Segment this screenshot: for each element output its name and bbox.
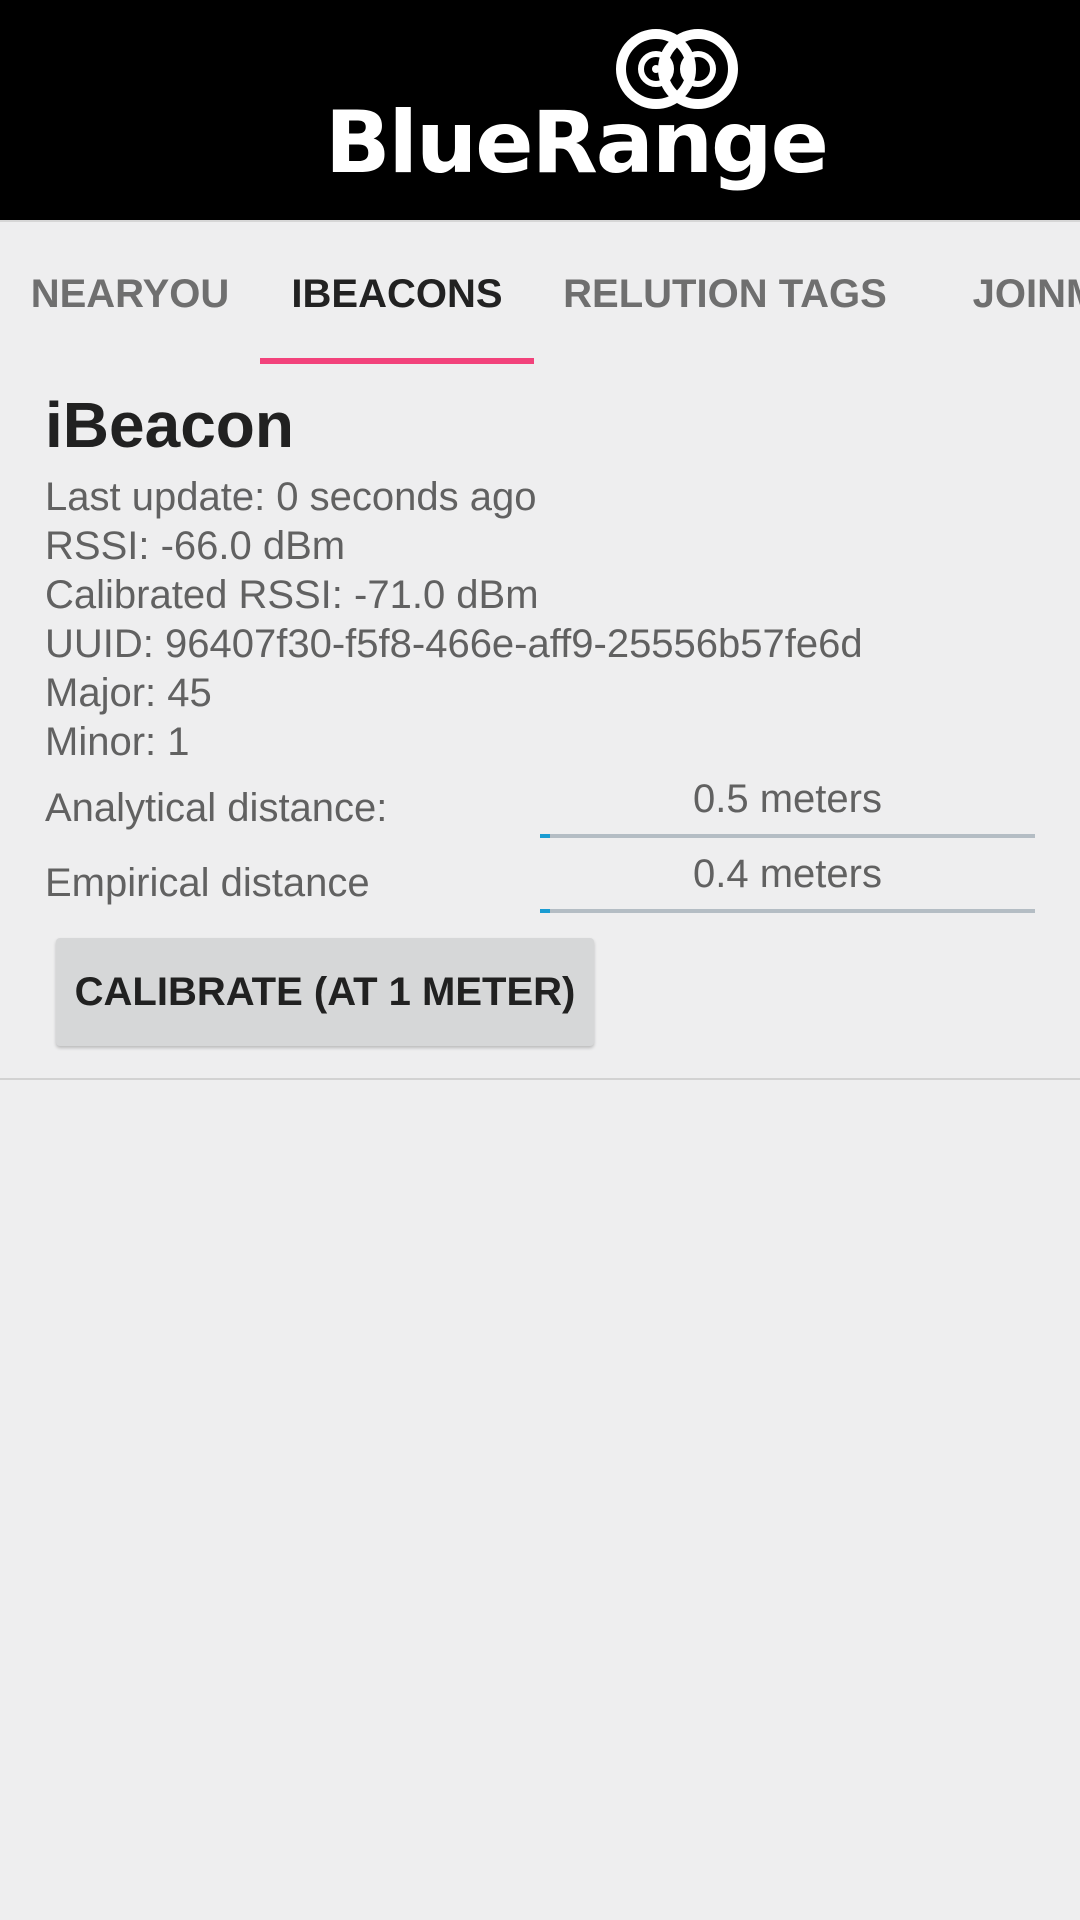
analytical-distance-value: 0.5 meters [693,777,882,821]
rssi-text: RSSI: -66.0 dBm [45,524,346,568]
major-text: Major: 45 [45,671,212,715]
active-tab-indicator [260,358,534,364]
app-header: BlueRange [0,0,1080,220]
empirical-distance-bar-fill [540,909,550,913]
calibrated-rssi-text: Calibrated RSSI: -71.0 dBm [45,573,539,617]
beacon-title: iBeacon [45,389,294,461]
tab-nearyou[interactable]: NEARYOU [0,222,260,364]
empirical-distance-value: 0.4 meters [693,852,882,896]
analytical-distance-bar-fill [540,834,550,838]
tab-joinme[interactable]: JOINM [916,222,1080,364]
brand-logo-text: BlueRange [325,93,829,193]
tab-bar: NEARYOU IBEACONS RELUTION TAGS JOINM [0,222,1080,364]
uuid-text: UUID: 96407f30-f5f8-466e-aff9-25556b57fe… [45,622,863,666]
list-divider [0,1078,1080,1080]
analytical-distance-bar [540,834,1035,838]
calibrate-button[interactable]: CALIBRATE (AT 1 METER) [56,938,594,1046]
minor-text: Minor: 1 [45,720,190,764]
tab-relution-tags[interactable]: RELUTION TAGS [534,222,916,364]
empirical-distance-bar [540,909,1035,913]
tab-ibeacons[interactable]: IBEACONS [260,222,534,364]
last-update-text: Last update: 0 seconds ago [45,475,537,519]
empirical-distance-label: Empirical distance [45,861,370,905]
analytical-distance-label: Analytical distance: [45,786,388,830]
